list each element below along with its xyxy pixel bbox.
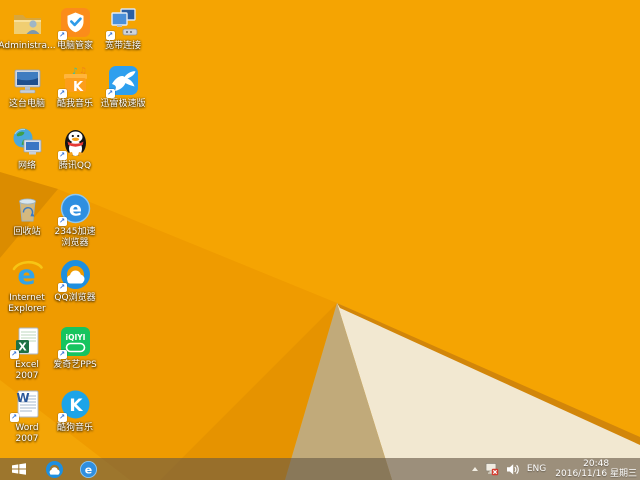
taskbar-2345-browser[interactable]: e xyxy=(76,458,100,480)
computer-icon xyxy=(11,64,44,97)
svg-text:iQIYI: iQIYI xyxy=(65,333,85,342)
browser-e-icon: e xyxy=(79,460,97,478)
shortcut-arrow-icon xyxy=(57,31,67,40)
clock-date: 2016/11/16 星期三 xyxy=(555,469,637,479)
kugou-circle-icon: K xyxy=(57,388,92,422)
recycle-bin-icon xyxy=(11,192,44,225)
svg-text:e: e xyxy=(84,463,91,476)
shield-icon xyxy=(57,6,92,40)
desktop-icon-qq[interactable]: 腾讯QQ xyxy=(51,126,99,172)
desktop-icon-network[interactable]: 网络 xyxy=(3,126,51,172)
shortcut-arrow-icon xyxy=(9,413,19,422)
desktop-icon-administrator[interactable]: Administra... xyxy=(0,6,56,52)
penguin-icon xyxy=(57,126,92,160)
shortcut-arrow-icon xyxy=(105,89,115,98)
icon-label: 这台电脑 xyxy=(8,99,45,109)
icon-label: Word 2007 xyxy=(15,423,39,444)
svg-text:K: K xyxy=(69,396,83,416)
svg-text:e: e xyxy=(69,199,82,221)
word-document-icon: W xyxy=(9,388,44,422)
shortcut-arrow-icon xyxy=(57,350,67,359)
browser-e-icon: e xyxy=(57,192,92,226)
music-box-icon: ♪ ♫ K xyxy=(57,64,92,98)
start-button[interactable] xyxy=(6,458,32,480)
desktop-icon-broadband[interactable]: 宽带连接 xyxy=(99,6,147,52)
desktop[interactable]: Administra... 电脑管家 宽带连接 xyxy=(0,0,640,480)
desktop-icon-qq-browser[interactable]: QQ浏览器 xyxy=(51,258,99,304)
svg-text:♫: ♫ xyxy=(79,66,86,75)
icon-label: 2345加速浏览器 xyxy=(54,227,96,248)
clock[interactable]: 20:48 2016/11/16 星期三 xyxy=(555,459,637,479)
icon-label: 腾讯QQ xyxy=(58,161,92,171)
shortcut-arrow-icon xyxy=(57,413,67,422)
icon-label: 酷我音乐 xyxy=(56,99,93,109)
broadband-connection-icon xyxy=(105,6,140,40)
icon-label: 回收站 xyxy=(13,227,41,237)
taskbar: e ENG 20:48 2016/11/16 星期三 xyxy=(0,458,640,480)
internet-explorer-icon: e xyxy=(11,258,44,291)
windows-logo-icon xyxy=(12,463,26,475)
user-folder-icon xyxy=(11,6,44,39)
cloud-ring-icon xyxy=(57,258,92,292)
show-hidden-icons-button[interactable] xyxy=(471,467,478,471)
svg-text:X: X xyxy=(18,341,27,354)
desktop-icon-pc-manager[interactable]: 电脑管家 xyxy=(51,6,99,52)
icon-label: QQ浏览器 xyxy=(54,293,96,303)
shortcut-arrow-icon xyxy=(57,89,67,98)
volume-icon[interactable] xyxy=(506,463,520,476)
shortcut-arrow-icon xyxy=(57,217,67,226)
iqiyi-tile-icon: iQIYI xyxy=(57,325,92,359)
icon-label: 迅雷极速版 xyxy=(100,99,146,109)
network-status-icon[interactable] xyxy=(485,462,499,476)
shortcut-arrow-icon xyxy=(105,31,115,40)
shortcut-arrow-icon xyxy=(57,283,67,292)
icon-label: 网络 xyxy=(17,161,36,171)
taskbar-qq-browser[interactable] xyxy=(42,458,66,480)
icon-label: Administra... xyxy=(0,41,56,51)
icon-label: 电脑管家 xyxy=(56,41,93,51)
desktop-icon-excel[interactable]: X Excel 2007 xyxy=(3,325,51,382)
desktop-icon-kugou[interactable]: K 酷狗音乐 xyxy=(51,388,99,434)
desktop-icon-2345-browser[interactable]: e 2345加速浏览器 xyxy=(51,192,99,249)
desktop-icon-thunder[interactable]: 迅雷极速版 xyxy=(99,64,147,110)
desktop-icon-kuwo[interactable]: ♪ ♫ K 酷我音乐 xyxy=(51,64,99,110)
shortcut-arrow-icon xyxy=(9,350,19,359)
language-indicator[interactable]: ENG xyxy=(527,464,546,474)
cloud-ring-icon xyxy=(45,460,63,478)
icon-label: 酷狗音乐 xyxy=(56,423,93,433)
clock-time: 20:48 xyxy=(583,459,610,469)
system-tray: ENG 20:48 2016/11/16 星期三 xyxy=(471,458,637,480)
desktop-icon-word[interactable]: W Word 2007 xyxy=(3,388,51,445)
globe-network-icon xyxy=(11,126,44,159)
icon-label: Excel 2007 xyxy=(15,360,39,381)
excel-document-icon: X xyxy=(9,325,44,359)
desktop-icon-recycle-bin[interactable]: 回收站 xyxy=(3,192,51,238)
icon-label: Internet Explorer xyxy=(8,293,46,314)
desktop-icon-iqiyi[interactable]: iQIYI 爱奇艺PPS xyxy=(51,325,99,371)
desktop-icon-this-pc[interactable]: 这台电脑 xyxy=(3,64,51,110)
svg-text:K: K xyxy=(72,80,83,95)
bird-icon xyxy=(105,64,140,98)
desktop-icon-internet-explorer[interactable]: e Internet Explorer xyxy=(3,258,51,315)
icon-label: 爱奇艺PPS xyxy=(53,360,97,370)
shortcut-arrow-icon xyxy=(57,151,67,160)
icon-label: 宽带连接 xyxy=(104,41,141,51)
svg-text:W: W xyxy=(16,391,29,405)
